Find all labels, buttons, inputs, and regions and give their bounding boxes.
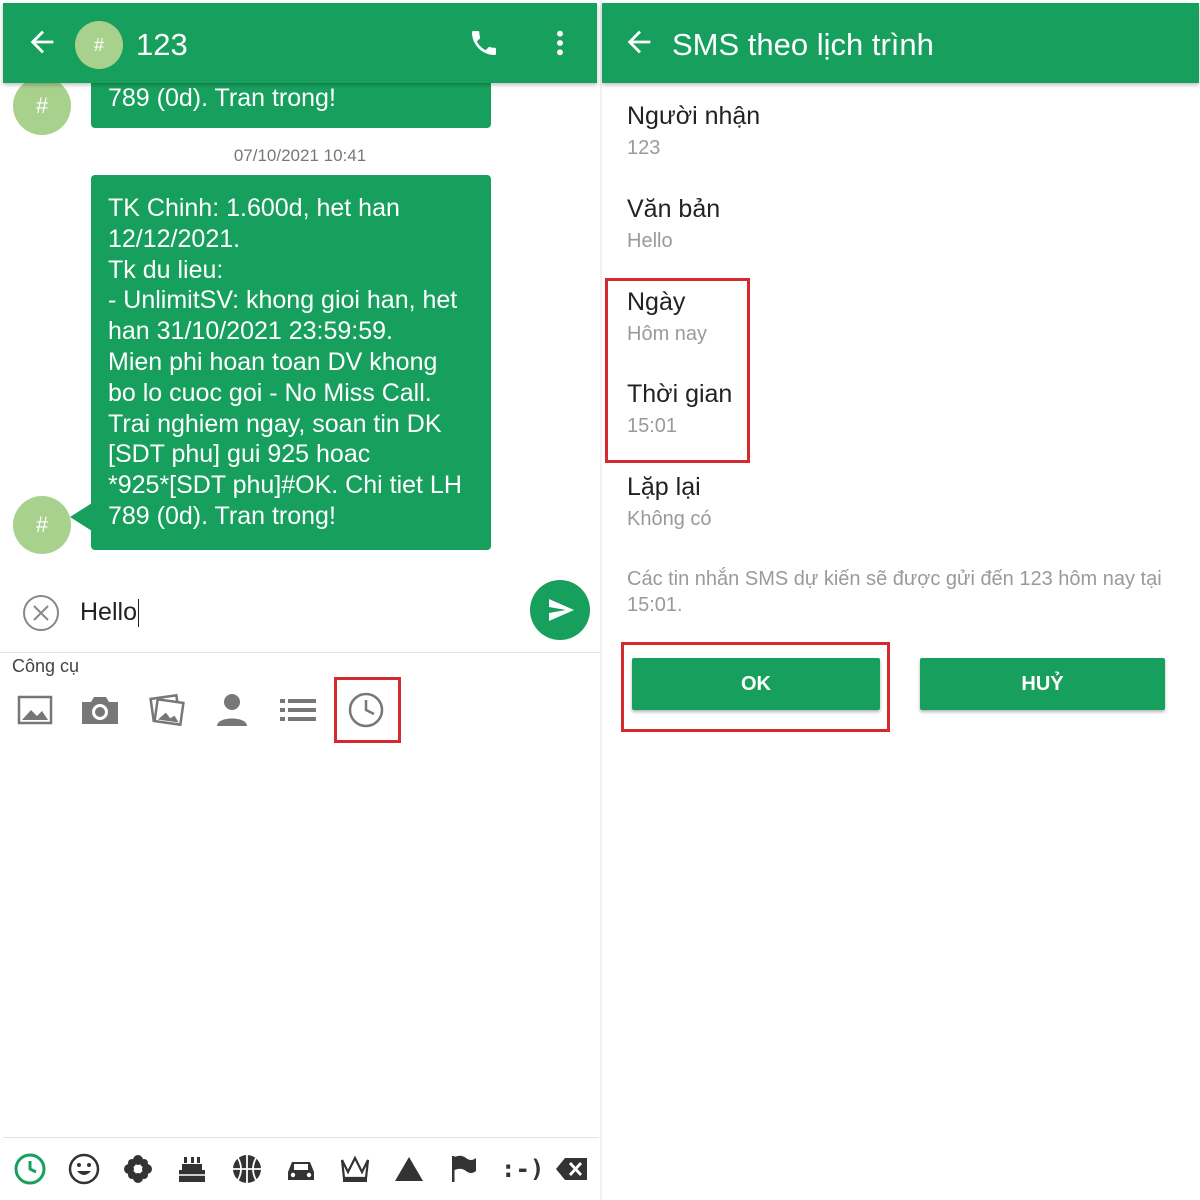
person-icon [217, 694, 247, 726]
text-value: Hello [627, 230, 673, 252]
emoji-objects[interactable] [338, 1152, 372, 1186]
emoji-flags[interactable] [446, 1152, 480, 1186]
message-previous-text: 789 (0d). Tran trong! [108, 84, 336, 112]
emoji-celebration[interactable] [175, 1152, 209, 1186]
camera-tool[interactable] [78, 688, 122, 732]
gallery-tool[interactable] [13, 688, 57, 732]
recipient-label: Người nhận [627, 102, 761, 130]
back-arrow-icon[interactable] [25, 25, 59, 59]
sender-avatar[interactable]: # [13, 496, 71, 554]
basketball-icon [233, 1155, 261, 1183]
tools-row [0, 680, 600, 740]
back-arrow-icon[interactable] [622, 25, 656, 59]
send-icon [549, 599, 574, 621]
emoji-emoticons[interactable]: :-) [501, 1155, 544, 1183]
bubble-tail [70, 503, 92, 531]
emoji-symbols[interactable] [392, 1152, 426, 1186]
cancel-button[interactable]: HUỶ [920, 658, 1165, 710]
emoji-category-bar: :-) [3, 1137, 599, 1197]
flag-icon [452, 1155, 476, 1182]
list-icon [280, 699, 316, 721]
emoji-activities[interactable] [230, 1152, 264, 1186]
screenshot-root: 789 (0d). Tran trong! # 07/10/2021 10:41… [0, 0, 1200, 1200]
car-icon [288, 1162, 314, 1180]
clock-icon [14, 1153, 46, 1185]
message-bubble[interactable]: TK Chinh: 1.600d, het han 12/12/2021. Tk… [91, 175, 491, 550]
repeat-value: Không có [627, 508, 712, 530]
send-button[interactable] [530, 580, 590, 640]
flower-icon [124, 1155, 152, 1183]
emoji-smileys[interactable] [67, 1152, 101, 1186]
image-icon [17, 695, 53, 725]
emoji-nature[interactable] [121, 1152, 155, 1186]
triangle-icon [395, 1157, 423, 1181]
emoji-travel[interactable] [284, 1152, 318, 1186]
message-composer: Hello [0, 575, 600, 653]
message-bubble-previous[interactable]: 789 (0d). Tran trong! [91, 83, 491, 128]
conversation-screen: 789 (0d). Tran trong! # 07/10/2021 10:41… [0, 0, 600, 1200]
text-label: Văn bản [627, 195, 721, 223]
contact-tool[interactable] [210, 688, 254, 732]
album-tool[interactable] [144, 688, 188, 732]
template-tool[interactable] [276, 688, 320, 732]
conversation-header: # 123 [3, 3, 597, 83]
phone-icon[interactable] [468, 27, 500, 59]
crown-icon [340, 1155, 370, 1182]
photos-icon [149, 693, 185, 727]
text-field[interactable]: Văn bản Hello [627, 194, 720, 254]
emoji-backspace[interactable] [555, 1152, 589, 1186]
recipient-field[interactable]: Người nhận 123 [627, 101, 760, 161]
tools-label: Công cụ [12, 656, 80, 676]
recipient-value: 123 [627, 137, 661, 159]
message-thread[interactable]: 789 (0d). Tran trong! # 07/10/2021 10:41… [0, 77, 600, 573]
more-vertical-icon[interactable] [548, 27, 572, 59]
repeat-label: Lặp lại [627, 473, 701, 501]
repeat-field[interactable]: Lặp lại Không có [627, 472, 712, 532]
backspace-icon [556, 1158, 587, 1180]
schedule-summary: Các tin nhắn SMS dự kiến sẽ được gửi đến… [627, 568, 1162, 616]
camera-icon [82, 697, 118, 724]
scheduled-sms-screen: SMS theo lịch trình Người nhận 123 Văn b… [600, 0, 1200, 1200]
highlight-date-time [605, 278, 750, 463]
highlight-ok-button [621, 642, 890, 732]
message-timestamp: 07/10/2021 10:41 [233, 146, 367, 165]
contact-avatar[interactable]: # [75, 21, 123, 69]
contact-title: 123 [136, 27, 188, 62]
smiley-icon [68, 1153, 100, 1185]
screen-title: SMS theo lịch trình [672, 27, 934, 62]
clear-icon[interactable] [22, 594, 60, 632]
emoji-recent[interactable] [13, 1152, 47, 1186]
sender-avatar-previous[interactable]: # [13, 77, 71, 135]
cake-icon [179, 1157, 205, 1182]
highlight-schedule-tool [334, 677, 401, 743]
message-input[interactable]: Hello [80, 597, 139, 627]
scheduled-sms-header: SMS theo lịch trình [602, 3, 1199, 83]
